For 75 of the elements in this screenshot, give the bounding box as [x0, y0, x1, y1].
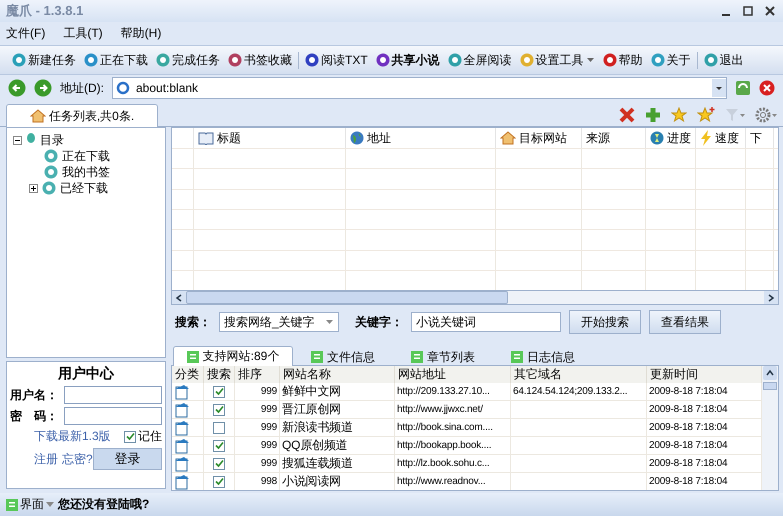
field-label: 密 码： — [10, 408, 58, 424]
panel-title: 用户中心 — [56, 365, 116, 383]
table-cell: 新浪读书频道 — [280, 419, 395, 437]
address-bar[interactable]: about:blank — [112, 77, 727, 99]
field-label: 用户名： — [10, 386, 58, 404]
keyword-label: 关键字： — [355, 314, 403, 330]
column-header[interactable]: 搜索 — [204, 366, 235, 383]
toolbar-button[interactable]: 设置工具 — [520, 52, 595, 68]
table-cell: 晋江原创网 — [280, 401, 395, 419]
task-list-tab[interactable]: 任务列表,共0条. — [6, 104, 158, 127]
register-link[interactable]: 注册 — [34, 450, 58, 468]
column-header[interactable]: 更新时间 — [647, 366, 762, 383]
table-cell: 998 — [235, 473, 280, 490]
table-cell: 小说阅读网 — [280, 473, 395, 490]
interface-menu[interactable]: 界面 — [6, 496, 54, 513]
tab[interactable]: 文件信息 — [293, 348, 393, 366]
column-header[interactable]: 排序 — [235, 366, 280, 383]
table-cell: 搜狐连载频道 — [280, 455, 395, 473]
window-title: 魔爪 - 1.3.8.1 — [6, 2, 84, 20]
download-link[interactable]: 下载最新1.3版 — [34, 428, 111, 445]
tree-item[interactable]: 我的书签 — [62, 164, 110, 180]
keyword-field[interactable]: 小说关键词 — [411, 312, 561, 332]
column-header[interactable]: 速度 — [696, 128, 746, 148]
toolbar-button[interactable]: 新建任务 — [12, 52, 76, 68]
column-header[interactable]: 分类 — [172, 366, 204, 383]
table-cell: 鲜鲜中文网 — [280, 383, 395, 401]
table-cell: 999 — [235, 419, 280, 437]
search-button[interactable]: 查看结果 — [649, 310, 721, 334]
checkbox-label: 记住 — [138, 428, 162, 445]
column-header[interactable]: 进度 — [646, 128, 696, 148]
table-cell: http://209.133.27.10... — [395, 383, 511, 401]
table-cell: http://bookapp.book.... — [395, 437, 511, 455]
search-mode-dropdown[interactable]: 搜索网络_关键字 — [219, 312, 339, 332]
search-button[interactable]: 开始搜索 — [569, 310, 641, 334]
menu-item[interactable]: 帮助(H) — [120, 25, 162, 42]
toolbar-button[interactable]: 完成任务 — [156, 52, 220, 68]
menu-item[interactable]: 文件(F) — [6, 25, 46, 42]
tab[interactable]: 支持网站:89个 — [173, 346, 293, 366]
table-cell: http://www.jjwxc.net/ — [395, 401, 511, 419]
table-cell: 999 — [235, 437, 280, 455]
toolbar-button[interactable]: 帮助 — [602, 52, 643, 68]
tree-item[interactable]: 已经下载 — [60, 180, 108, 196]
login-button[interactable]: 登录 — [92, 448, 162, 470]
toolbar-button[interactable]: 退出 — [704, 52, 744, 68]
tab[interactable]: 日志信息 — [493, 348, 593, 366]
toolbar-button[interactable]: 书签收藏 — [228, 52, 292, 68]
tab[interactable]: 章节列表 — [393, 348, 493, 366]
menu-item[interactable]: 工具(T) — [63, 25, 103, 42]
table-cell: http://lz.book.sohu.c... — [395, 455, 511, 473]
column-header[interactable]: 来源 — [582, 128, 646, 148]
toolbar-button[interactable]: 共享小说 — [376, 52, 440, 68]
toolbar-button[interactable]: 关于 — [650, 52, 691, 68]
table-cell: http://www.readnov... — [395, 473, 511, 490]
table-cell: 64.124.54.124;209.133.2... — [511, 383, 647, 401]
table-cell: http://book.sina.com.... — [395, 419, 511, 437]
search-label: 搜索： — [175, 314, 211, 330]
column-header[interactable]: 目标网站 — [496, 128, 582, 148]
table-cell: QQ原创频道 — [280, 437, 395, 455]
toolbar-button[interactable]: 全屏阅读 — [448, 52, 512, 68]
table-cell: 999 — [235, 383, 280, 401]
column-header[interactable]: 标题 — [194, 128, 346, 148]
column-header[interactable]: 地址 — [346, 128, 496, 148]
column-header[interactable]: 其它域名 — [511, 366, 647, 383]
status-message: 您还没有登陆哦? — [58, 496, 150, 513]
address-label: 地址(D): — [60, 80, 104, 96]
column-header[interactable]: 网站名称 — [280, 366, 395, 383]
tree-item[interactable]: 目录 — [40, 132, 64, 148]
forgot-password-link[interactable]: 忘密? — [62, 450, 93, 468]
table-cell: 999 — [235, 455, 280, 473]
column-header[interactable]: 网站地址 — [395, 366, 511, 383]
toolbar-button[interactable]: 正在下载 — [84, 52, 148, 68]
tree-item[interactable]: 正在下载 — [62, 148, 110, 164]
table-cell: 999 — [235, 401, 280, 419]
column-header[interactable]: 下 — [746, 128, 774, 148]
toolbar-button[interactable]: 阅读TXT — [305, 52, 368, 68]
